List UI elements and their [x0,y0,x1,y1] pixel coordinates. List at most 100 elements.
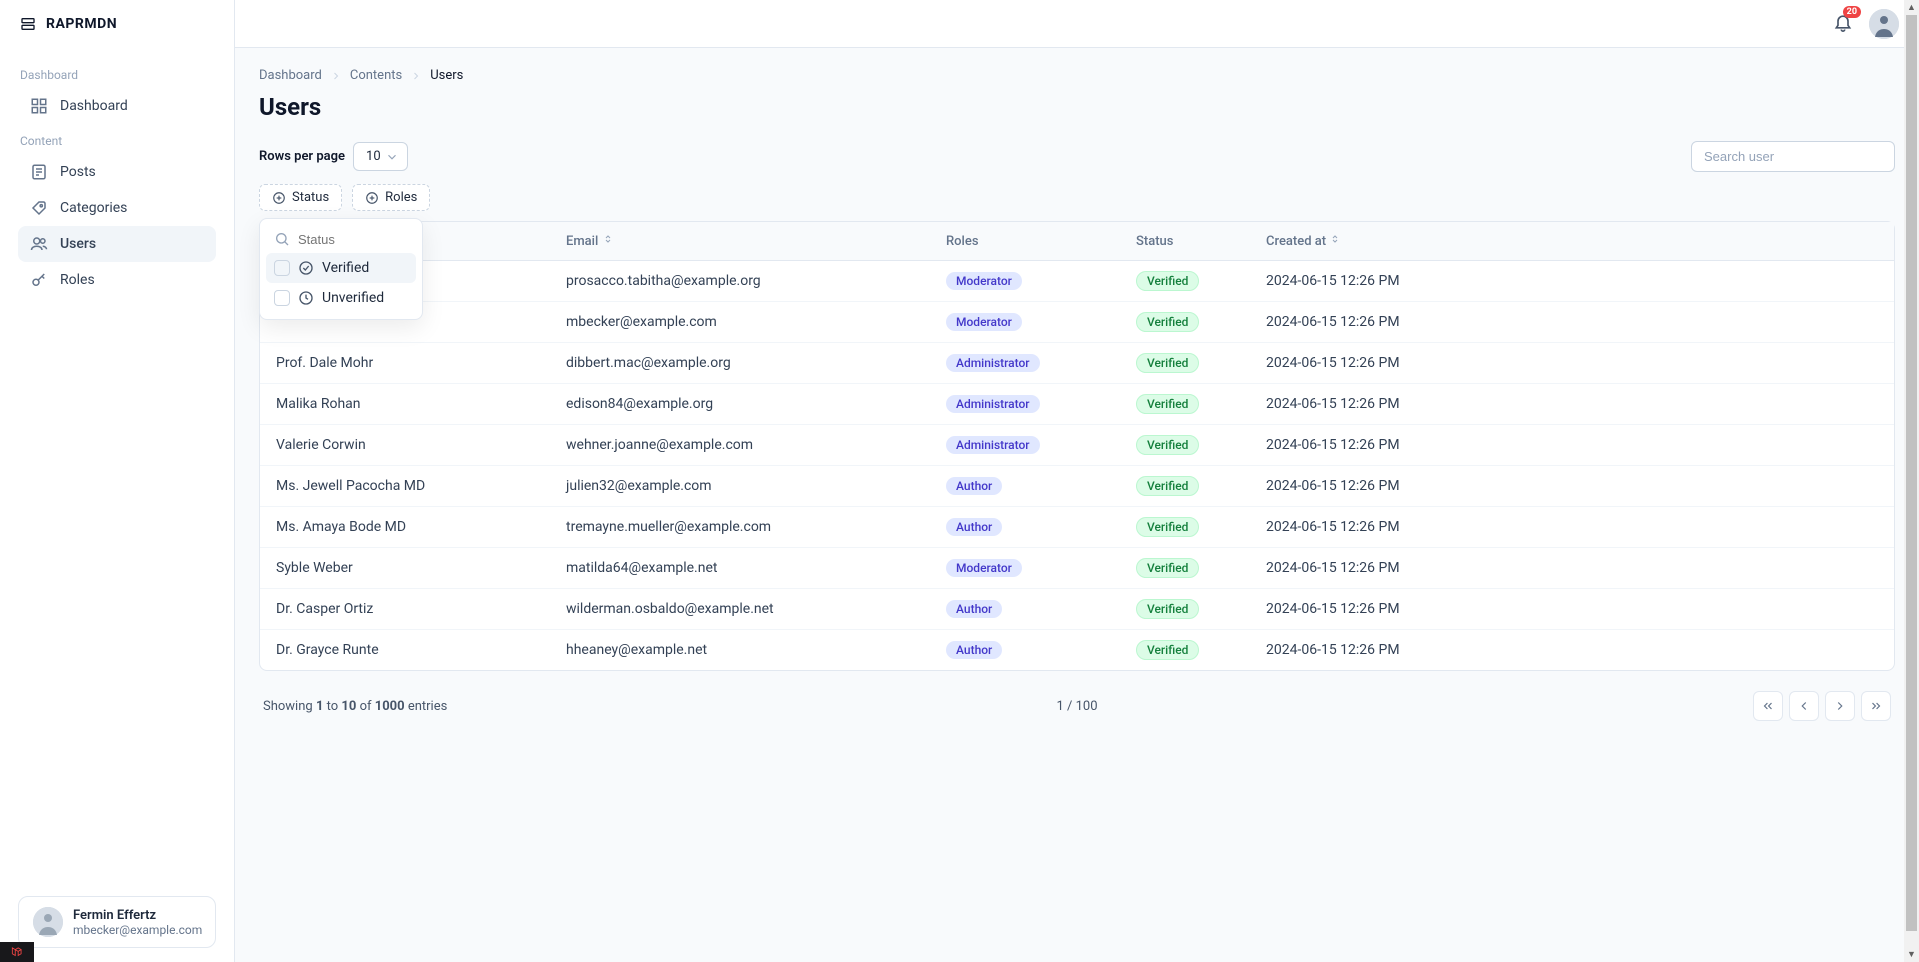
dev-badge[interactable] [0,942,34,962]
col-roles: Roles [930,222,1120,261]
chevrons-left-icon [1761,699,1775,713]
cell-role: Administrator [930,343,1120,384]
nav-item-roles[interactable]: Roles [18,262,216,298]
table-row[interactable]: Valerie Corwinwehner.joanne@example.comA… [260,425,1894,466]
clock-icon [298,290,314,306]
notifications-button[interactable]: 20 [1833,12,1853,36]
cell-created: 2024-06-15 12:26 PM [1250,466,1894,507]
search-input[interactable] [1691,141,1895,172]
notification-count: 20 [1843,6,1861,18]
status-badge: Verified [1136,517,1199,537]
nav-section-content: Content [18,124,216,154]
col-created[interactable]: Created at [1250,222,1894,261]
current-user-email: mbecker@example.com [73,923,202,937]
cell-created: 2024-06-15 12:26 PM [1250,384,1894,425]
cell-role: Author [930,630,1120,671]
popover-option-unverified[interactable]: Unverified [266,283,416,313]
cell-status: Verified [1120,630,1250,671]
nav-item-users[interactable]: Users [18,226,216,262]
table-row[interactable]: Dr. Casper Ortizwilderman.osbaldo@exampl… [260,589,1894,630]
cell-created: 2024-06-15 12:26 PM [1250,548,1894,589]
cell-name: Dr. Grayce Runte [260,630,550,671]
checkbox[interactable] [274,290,290,306]
filter-roles[interactable]: Roles [352,184,430,211]
option-label: Verified [322,260,369,276]
popover-option-verified[interactable]: Verified [266,253,416,283]
chevron-right-icon [330,70,342,82]
rows-per-page-value: 10 [366,149,381,164]
check-circle-icon [298,260,314,276]
col-email[interactable]: Email [550,222,930,261]
pager-prev[interactable] [1789,691,1819,721]
chevron-right-icon [1833,699,1847,713]
nav-item-label: Posts [60,164,96,180]
role-badge: Author [946,641,1002,659]
brand[interactable]: RAPRMDN [0,0,234,48]
status-badge: Verified [1136,435,1199,455]
table-row[interactable]: Syble Webermatilda64@example.netModerato… [260,548,1894,589]
filter-status-label: Status [292,190,329,205]
pager-first[interactable] [1753,691,1783,721]
page-indicator: 1 / 100 [1056,699,1097,714]
role-badge: Moderator [946,559,1022,577]
table-row[interactable]: mbecker@example.comModeratorVerified2024… [260,302,1894,343]
table-row[interactable]: Malika Rohanedison84@example.orgAdminist… [260,384,1894,425]
cell-email: edison84@example.org [550,384,930,425]
pager-showing: Showing 1 to 10 of 1000 entries [263,699,447,714]
crumb-contents[interactable]: Contents [350,68,402,83]
current-user-card[interactable]: Fermin Effertz mbecker@example.com [18,896,216,948]
scroll-down-icon[interactable]: ▼ [1904,947,1919,962]
nav-item-label: Dashboard [60,98,128,114]
role-badge: Moderator [946,313,1022,331]
pager-last[interactable] [1861,691,1891,721]
nav-item-dashboard[interactable]: Dashboard [18,88,216,124]
nav-item-label: Categories [60,200,127,216]
chevron-down-icon [385,150,399,164]
table-row[interactable]: Dr. Grayce Runtehheaney@example.net Autho… [260,630,1894,671]
users-icon [30,235,48,253]
status-badge: Verified [1136,599,1199,619]
tag-icon [30,199,48,217]
table-row[interactable]: Prof. Dale Mohrdibbert.mac@example.orgAd… [260,343,1894,384]
topbar-avatar[interactable] [1869,9,1899,39]
cell-name: Ms. Jewell Pacocha MD [260,466,550,507]
status-badge: Verified [1136,353,1199,373]
scrollbar-thumb[interactable] [1906,15,1917,931]
cell-status: Verified [1120,507,1250,548]
search-icon [274,231,290,247]
nav-item-categories[interactable]: Categories [18,190,216,226]
toolbar: Rows per page 10 [259,141,1895,172]
cell-role: Author [930,589,1120,630]
filter-status[interactable]: Status [259,184,342,211]
cell-name: Dr. Casper Ortiz [260,589,550,630]
col-status: Status [1120,222,1250,261]
cell-name: Ms. Amaya Bode MD [260,507,550,548]
cell-status: Verified [1120,384,1250,425]
scrollbar[interactable]: ▲ ▼ [1904,0,1919,962]
table-row[interactable]: prosacco.tabitha@example.orgModeratorVer… [260,261,1894,302]
rows-per-page-select[interactable]: 10 [353,142,408,171]
checkbox[interactable] [274,260,290,276]
cell-status: Verified [1120,548,1250,589]
role-badge: Administrator [946,395,1040,413]
cell-status: Verified [1120,466,1250,507]
table-row[interactable]: Ms. Jewell Pacocha MDjulien32@example.co… [260,466,1894,507]
nav-item-label: Users [60,236,96,252]
cell-name: Prof. Dale Mohr [260,343,550,384]
cell-email: matilda64@example.net [550,548,930,589]
cell-status: Verified [1120,343,1250,384]
pager-next[interactable] [1825,691,1855,721]
nav-item-label: Roles [60,272,95,288]
cell-email: hheaney@example.net [550,630,930,671]
status-badge: Verified [1136,312,1199,332]
scroll-up-icon[interactable]: ▲ [1904,0,1919,15]
popover-search-input[interactable] [298,232,474,247]
cell-role: Moderator [930,261,1120,302]
crumb-dashboard[interactable]: Dashboard [259,68,322,83]
plus-circle-icon [365,191,379,205]
nav-item-posts[interactable]: Posts [18,154,216,190]
users-table: Name Email Roles Status Cr [259,221,1895,671]
table-row[interactable]: Ms. Amaya Bode MDtremayne.mueller@exampl… [260,507,1894,548]
cell-status: Verified [1120,425,1250,466]
cell-created: 2024-06-15 12:26 PM [1250,630,1894,671]
